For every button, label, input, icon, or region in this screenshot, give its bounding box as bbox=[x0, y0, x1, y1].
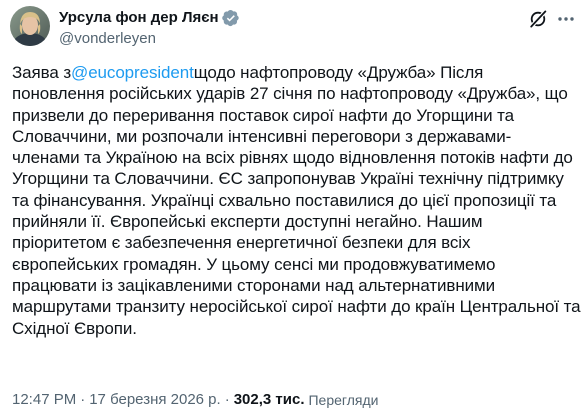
meta-separator: · bbox=[224, 391, 230, 408]
post-date[interactable]: 17 березня 2026 р. bbox=[89, 391, 220, 409]
post-text-line: маршрутами транзиту неросійської сирої н… bbox=[12, 297, 581, 317]
avatar[interactable] bbox=[10, 6, 50, 46]
grok-icon bbox=[529, 9, 548, 29]
more-icon bbox=[558, 17, 574, 21]
post-text-line: європейських громадян. У цьому сенсі ми … bbox=[12, 254, 496, 274]
user-handle[interactable]: @vonderleyen bbox=[59, 30, 156, 48]
post-text: Заява з@eucopresidentщодо нафтопроводу «… bbox=[12, 62, 581, 339]
post-text-line: поновлення російських ударів 27 січня по… bbox=[12, 84, 568, 104]
avatar-image bbox=[10, 6, 50, 46]
post-meta: 12:47 PM · 17 березня 2026 р. · 302,3 ти… bbox=[12, 391, 378, 409]
mention-link[interactable]: @eucopresident bbox=[71, 63, 194, 82]
author-line: Урсула фон дер Ляєн bbox=[59, 9, 240, 27]
post-text-line: пріоритетом є забезпечення енергетичної … bbox=[12, 233, 471, 253]
verified-badge-icon bbox=[221, 9, 240, 27]
views-count[interactable]: 302,3 тис. bbox=[234, 391, 305, 409]
post-card: Урсула фон дер Ляєн @vonderleyen Заява з… bbox=[0, 0, 584, 416]
views-label: Перегляди bbox=[308, 392, 379, 408]
post-text-line: призвели до переривання поставок сирої н… bbox=[12, 105, 515, 125]
grok-button[interactable] bbox=[528, 9, 548, 29]
display-name[interactable]: Урсула фон дер Ляєн bbox=[59, 9, 219, 27]
post-text-line: працювати із зацікавленими сторонами над… bbox=[12, 275, 496, 295]
meta-separator: · bbox=[80, 391, 86, 408]
more-options-button[interactable] bbox=[556, 9, 576, 29]
post-text-line: Угорщини та Словаччини. ЄС запропонував … bbox=[12, 169, 564, 189]
post-text-line: членами та Україною на всіх рівнях щодо … bbox=[12, 148, 573, 168]
post-timestamp[interactable]: 12:47 PM bbox=[12, 391, 76, 409]
post-text-line: та фінансування. Українці схвально поста… bbox=[12, 190, 557, 210]
post-text-line: Заява з@eucopresidentщодо нафтопроводу «… bbox=[12, 63, 484, 82]
post-text-line: прийняли її. Європейські експерти доступ… bbox=[12, 212, 483, 232]
post-text-line: Словаччини, ми розпочали інтенсивні пере… bbox=[12, 126, 512, 146]
post-text-line: Східної Європи. bbox=[12, 318, 137, 338]
